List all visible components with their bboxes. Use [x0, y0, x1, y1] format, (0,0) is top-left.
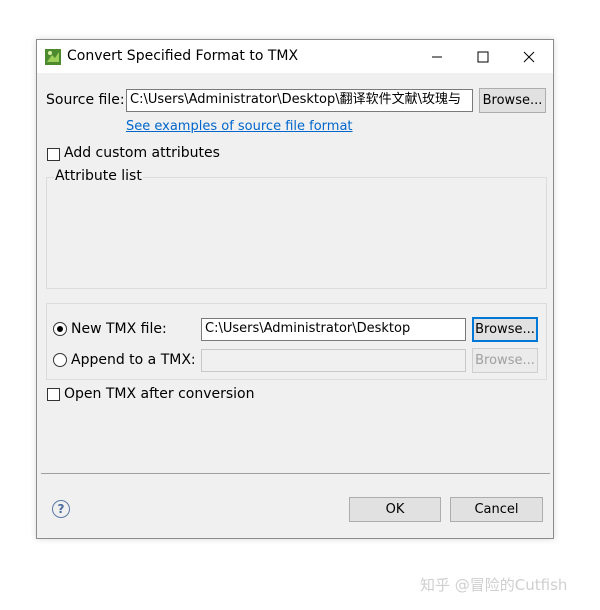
minimize-icon: [432, 56, 442, 57]
source-file-label: Source file:: [46, 92, 125, 108]
watermark-text: 知乎 @冒险的Cutfish: [420, 576, 568, 594]
append-tmx-label: Append to a TMX:: [71, 352, 196, 368]
window-title: Convert Specified Format to TMX: [67, 48, 299, 64]
convert-dialog: Convert Specified Format to TMX Source f…: [36, 39, 554, 539]
ok-button[interactable]: OK: [349, 497, 441, 522]
append-tmx-field[interactable]: [201, 349, 466, 372]
help-icon[interactable]: ?: [52, 500, 70, 518]
footer-separator: [41, 473, 550, 474]
append-tmx-radio[interactable]: [53, 353, 67, 367]
close-icon: [523, 51, 535, 62]
maximize-icon: [477, 51, 489, 62]
new-tmx-radio[interactable]: [53, 322, 67, 336]
add-custom-attributes-checkbox[interactable]: [47, 148, 60, 161]
title-bar: Convert Specified Format to TMX: [37, 40, 553, 73]
new-tmx-label: New TMX file:: [71, 321, 167, 337]
add-custom-attributes-label: Add custom attributes: [64, 145, 220, 161]
attribute-list-panel: [46, 177, 547, 289]
cancel-button[interactable]: Cancel: [450, 497, 543, 522]
new-tmx-field[interactable]: C:\Users\Administrator\Desktop: [201, 318, 466, 341]
minimize-button[interactable]: [414, 40, 460, 73]
attribute-list-label: Attribute list: [54, 168, 143, 184]
maximize-button[interactable]: [460, 40, 506, 73]
source-file-field[interactable]: C:\Users\Administrator\Desktop\翻译软件文献\玫瑰…: [126, 89, 473, 112]
close-button[interactable]: [506, 40, 552, 73]
convert-app-icon: [45, 49, 61, 65]
new-tmx-browse-button[interactable]: Browse...: [472, 317, 538, 342]
open-tmx-after-label: Open TMX after conversion: [64, 386, 255, 402]
open-tmx-after-checkbox[interactable]: [47, 388, 60, 401]
append-tmx-browse-button[interactable]: Browse...: [472, 348, 538, 373]
source-browse-button[interactable]: Browse...: [479, 88, 546, 113]
source-examples-link[interactable]: See examples of source file format: [126, 119, 353, 134]
